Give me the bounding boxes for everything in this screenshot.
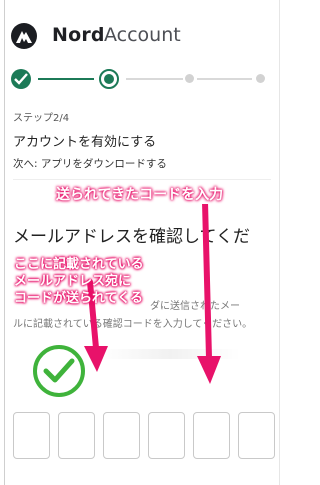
annotation-arrows — [84, 199, 221, 384]
annotation-line-3: コードが送られてくる — [14, 291, 143, 306]
checkmark-icon — [33, 345, 85, 397]
annotation-enter-code: 送られてきたコードを入力 — [56, 187, 224, 203]
